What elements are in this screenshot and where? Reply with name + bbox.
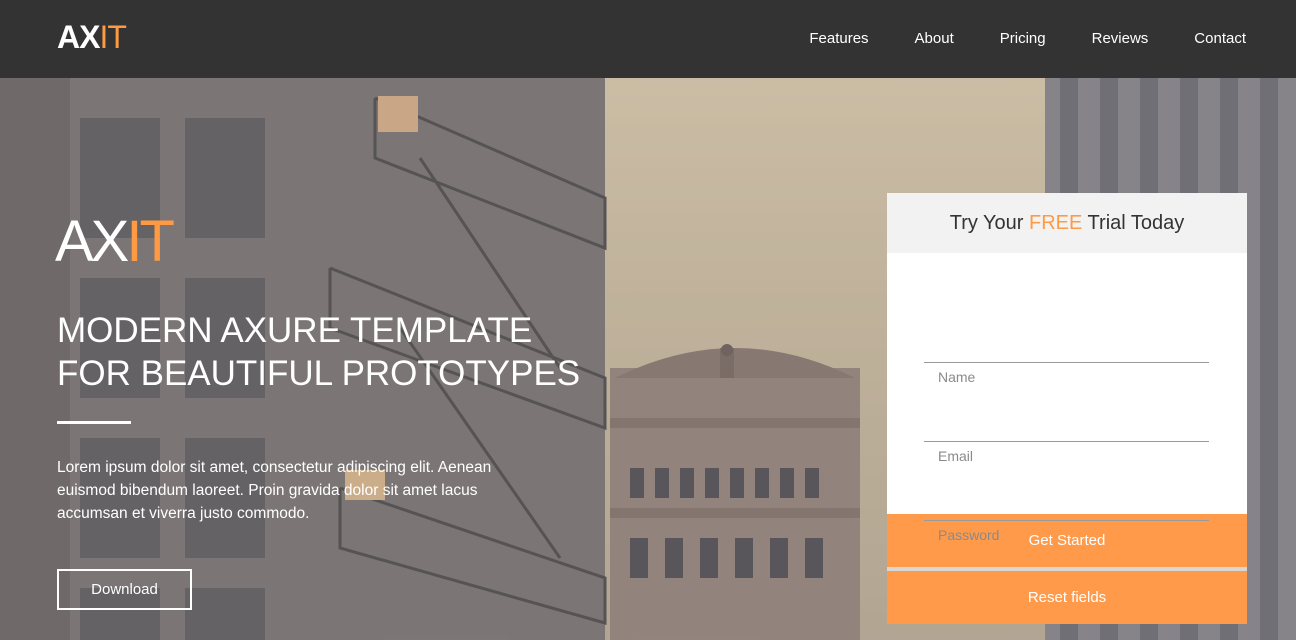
nav-link-reviews[interactable]: Reviews [1092, 0, 1149, 78]
brand-logo[interactable]: AXIT [57, 18, 127, 56]
name-field [924, 362, 1209, 391]
nav-link-about[interactable]: About [915, 0, 954, 78]
email-input[interactable] [924, 442, 1209, 470]
trial-title-after: Trial Today [1082, 211, 1185, 234]
password-input[interactable] [924, 521, 1209, 549]
download-button[interactable]: Download [57, 569, 192, 610]
trial-form-body [887, 253, 1247, 549]
email-field [924, 441, 1209, 470]
top-navbar: AXIT Features About Pricing Reviews Cont… [0, 0, 1296, 78]
nav-link-contact[interactable]: Contact [1194, 0, 1246, 78]
brand-logo-ax: AX [57, 19, 100, 55]
hero-divider [57, 421, 131, 424]
name-input[interactable] [924, 363, 1209, 391]
hero-lead-text: Lorem ipsum dolor sit amet, consectetur … [57, 459, 492, 522]
hero-logo: AXIT [55, 209, 175, 274]
main-nav: Features About Pricing Reviews Contact [763, 0, 1246, 78]
hero-logo-ax: AX [55, 209, 129, 274]
hero-headline-line1: MODERN AXURE TEMPLATE [57, 311, 533, 350]
password-field [924, 520, 1209, 549]
reset-fields-button[interactable]: Reset fields [887, 571, 1247, 624]
trial-form-title: Try Your FREE Trial Today [887, 193, 1247, 253]
nav-link-features[interactable]: Features [809, 0, 868, 78]
trial-title-before: Try Your [949, 211, 1030, 234]
free-trial-form: Try Your FREE Trial Today Get Started Re… [887, 193, 1247, 624]
hero-logo-it: IT [126, 209, 175, 274]
hero-headline: MODERN AXURE TEMPLATE FOR BEAUTIFUL PROT… [57, 309, 657, 395]
hero-headline-line2: FOR BEAUTIFUL PROTOTYPES [57, 354, 581, 393]
brand-logo-it: IT [99, 19, 126, 55]
nav-link-pricing[interactable]: Pricing [1000, 0, 1046, 78]
trial-title-free: FREE [1029, 211, 1083, 234]
